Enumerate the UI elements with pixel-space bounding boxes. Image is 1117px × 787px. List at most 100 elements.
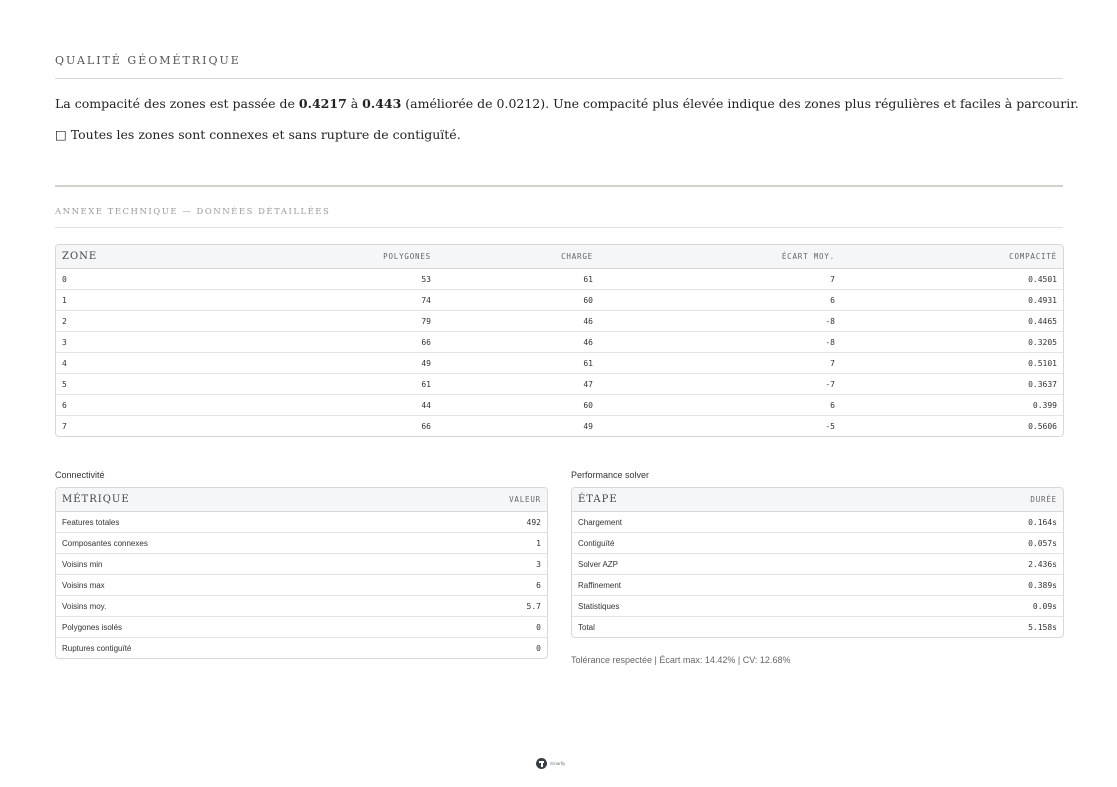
row-value-cell: 46 (437, 332, 599, 353)
compactness-paragraph: La compacité des zones est passée de 0.4… (55, 96, 1079, 111)
row-label-cell: 0 (56, 269, 105, 290)
section-divider (55, 78, 1063, 79)
row-value-cell: 3 (394, 554, 547, 575)
logo-mark-icon (536, 758, 547, 769)
row-value-cell: 60 (437, 290, 599, 311)
row-value-cell: 0 (536, 643, 541, 653)
table-row: 0 53 61 7 0.4501 (56, 269, 1063, 290)
row-value-cell: 6 (394, 575, 547, 596)
row-label-cell: Features totales (56, 512, 395, 533)
row-value-cell: 0.057s (855, 533, 1063, 554)
table-row: Features totales 492 (56, 512, 547, 533)
row-value-cell: 66 (421, 421, 431, 431)
row-value-cell: 61 (437, 269, 599, 290)
compactness-from-value: 0.4217 (298, 96, 347, 111)
row-value-cell: 47 (437, 374, 599, 395)
table-row: Total 5.158s (572, 617, 1063, 637)
row-value-cell: 6 (599, 290, 841, 311)
row-label-cell: 1 (56, 290, 105, 311)
row-value-cell: -8 (599, 332, 841, 353)
row-value-cell: 66 (105, 332, 437, 353)
table-row: Ruptures contiguïté 0 (56, 638, 547, 658)
row-label-cell: Voisins max (56, 575, 395, 596)
row-value-cell: 49 (583, 421, 593, 431)
row-value-cell: 0.389s (855, 575, 1063, 596)
row-value-cell: 0.4465 (841, 311, 1063, 332)
row-label-cell: Polygones isolés (56, 617, 395, 638)
row-label-cell: Contiguïté (572, 533, 856, 554)
row-value-cell: -5 (825, 421, 835, 431)
column-header-zone: ZONE (56, 245, 105, 269)
row-value-cell: 1 (394, 533, 547, 554)
row-label-cell: Solver AZP (572, 554, 856, 575)
table-row: Voisins moy. 5.7 (56, 596, 547, 617)
row-label-cell: 3 (56, 332, 105, 353)
row-value-cell: 0.399 (841, 395, 1063, 416)
tolerance-note: Tolérance respectée | Écart max: 14.42% … (571, 655, 791, 665)
table-row: Chargement 0.164s (572, 512, 1063, 533)
row-value-cell: 0.3637 (841, 374, 1063, 395)
row-value-cell: 0.5101 (841, 353, 1063, 374)
table-row: Solver AZP 2.436s (572, 554, 1063, 575)
row-value-cell: 6 (599, 395, 841, 416)
table-row: 7 66 49 -5 0.5606 (56, 416, 1063, 436)
table-row: 5 61 47 -7 0.3637 (56, 374, 1063, 395)
row-value-cell: 53 (105, 269, 437, 290)
compactness-to-value: 0.443 (362, 96, 402, 111)
table-row: 4 49 61 7 0.5101 (56, 353, 1063, 374)
row-label-cell: 4 (56, 353, 105, 374)
row-label-cell: 2 (56, 311, 105, 332)
row-value-cell: 7 (599, 353, 841, 374)
connectivity-status-paragraph: □ Toutes les zones sont connexes et sans… (55, 127, 461, 142)
row-value-cell: 0.5606 (1028, 421, 1057, 431)
column-header-value: VALEUR (394, 488, 547, 512)
row-value-cell: 0.4931 (841, 290, 1063, 311)
row-value-cell: 49 (105, 353, 437, 374)
column-header-charge: CHARGE (437, 245, 599, 269)
row-value-cell: 0 (394, 617, 547, 638)
annex-title: ANNEXE TECHNIQUE — DONNÉES DÉTAILLÉES (55, 207, 331, 217)
table-row: 2 79 46 -8 0.4465 (56, 311, 1063, 332)
footer-logo: Smartly (536, 758, 565, 769)
row-value-cell: 0.4501 (841, 269, 1063, 290)
row-label-cell: Statistiques (572, 596, 856, 617)
quality-section-title: QUALITÉ GÉOMÉTRIQUE (55, 54, 241, 67)
row-value-cell: 5.158s (1028, 622, 1057, 632)
row-value-cell: 79 (105, 311, 437, 332)
row-value-cell: 46 (437, 311, 599, 332)
column-header-metric: MÉTRIQUE (56, 488, 395, 512)
table-row: 6 44 60 6 0.399 (56, 395, 1063, 416)
performance-table: ÉTAPE DURÉE Chargement 0.164s Contiguïté 0.… (571, 487, 1064, 638)
row-label-cell: 5 (56, 374, 105, 395)
annex-divider (55, 185, 1063, 187)
table-row: Contiguïté 0.057s (572, 533, 1063, 554)
table-row: Voisins min 3 (56, 554, 547, 575)
table-row: Composantes connexes 1 (56, 533, 547, 554)
zones-table: ZONE POLYGONES CHARGE ÉCART MOY. COMPACI… (55, 244, 1064, 437)
row-value-cell: -8 (599, 311, 841, 332)
row-value-cell: 61 (437, 353, 599, 374)
row-value-cell: 7 (599, 269, 841, 290)
row-value-cell: -7 (599, 374, 841, 395)
column-header-duration: DURÉE (855, 488, 1063, 512)
column-header-polygons: POLYGONES (105, 245, 437, 269)
table-row: Voisins max 6 (56, 575, 547, 596)
table-row: Raffinement 0.389s (572, 575, 1063, 596)
table-row: 1 74 60 6 0.4931 (56, 290, 1063, 311)
table-row: 3 66 46 -8 0.3205 (56, 332, 1063, 353)
row-value-cell: 0.09s (855, 596, 1063, 617)
row-label-cell: Ruptures contiguïté (62, 643, 132, 653)
row-value-cell: 5.7 (394, 596, 547, 617)
row-value-cell: 0.3205 (841, 332, 1063, 353)
performance-title: Performance solver (571, 470, 650, 480)
table-row: Statistiques 0.09s (572, 596, 1063, 617)
row-value-cell: 74 (105, 290, 437, 311)
row-value-cell: 61 (105, 374, 437, 395)
row-label-cell: Voisins min (56, 554, 395, 575)
column-header-compactness: COMPACITÉ (841, 245, 1063, 269)
table-row: Polygones isolés 0 (56, 617, 547, 638)
connectivity-title: Connectivité (55, 470, 105, 480)
connectivity-table: MÉTRIQUE VALEUR Features totales 492 Compo… (55, 487, 548, 659)
row-value-cell: 0.164s (855, 512, 1063, 533)
logo-text: Smartly (550, 761, 566, 766)
